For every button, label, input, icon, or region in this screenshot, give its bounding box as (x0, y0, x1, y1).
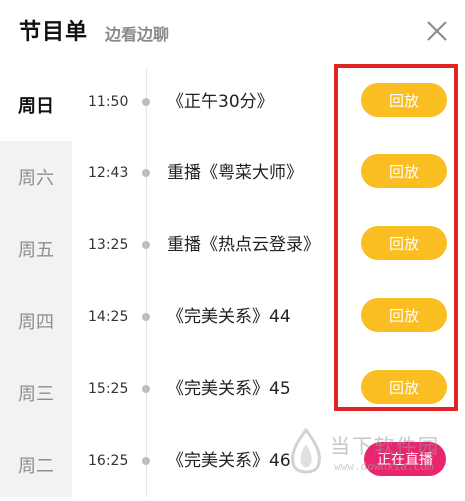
close-icon[interactable] (424, 18, 450, 44)
chat-tab[interactable]: 边看边聊 (105, 21, 169, 45)
page-title: 节目单 (19, 20, 89, 45)
program-time: 16:25 (88, 453, 129, 469)
highlight-box (334, 64, 458, 411)
program-time: 13:25 (88, 237, 129, 253)
timeline-dot (142, 98, 150, 106)
program-time: 15:25 (88, 381, 129, 397)
day-wednesday[interactable]: 周三 (0, 357, 72, 429)
program-title[interactable]: 重播《粤菜大师》 (167, 137, 303, 209)
header: 节目单 边看边聊 (0, 0, 465, 66)
day-tuesday[interactable]: 周二 (0, 429, 72, 501)
program-title[interactable]: 《完美关系》44 (167, 281, 291, 353)
program-title[interactable]: 《正午30分》 (167, 66, 274, 138)
timeline-dot (142, 313, 150, 321)
day-sidebar: 周日 周六 周五 周四 周三 周二 (0, 69, 72, 497)
program-title[interactable]: 重播《热点云登录》 (167, 209, 320, 281)
program-time: 14:25 (88, 309, 129, 325)
program-title[interactable]: 《完美关系》46 (167, 425, 291, 497)
day-friday[interactable]: 周五 (0, 213, 72, 285)
day-thursday[interactable]: 周四 (0, 285, 72, 357)
program-time: 12:43 (88, 165, 129, 181)
day-sunday[interactable]: 周日 (0, 69, 72, 141)
timeline-dot (142, 241, 150, 249)
timeline-dot (142, 385, 150, 393)
schedule-row: 16:25 《完美关系》46 正在直播 (72, 425, 465, 497)
program-title[interactable]: 《完美关系》45 (167, 353, 291, 425)
program-time: 11:50 (88, 94, 129, 110)
timeline-dot (142, 169, 150, 177)
live-now-button[interactable]: 正在直播 (364, 442, 446, 476)
day-saturday[interactable]: 周六 (0, 141, 72, 213)
timeline-dot (142, 457, 150, 465)
